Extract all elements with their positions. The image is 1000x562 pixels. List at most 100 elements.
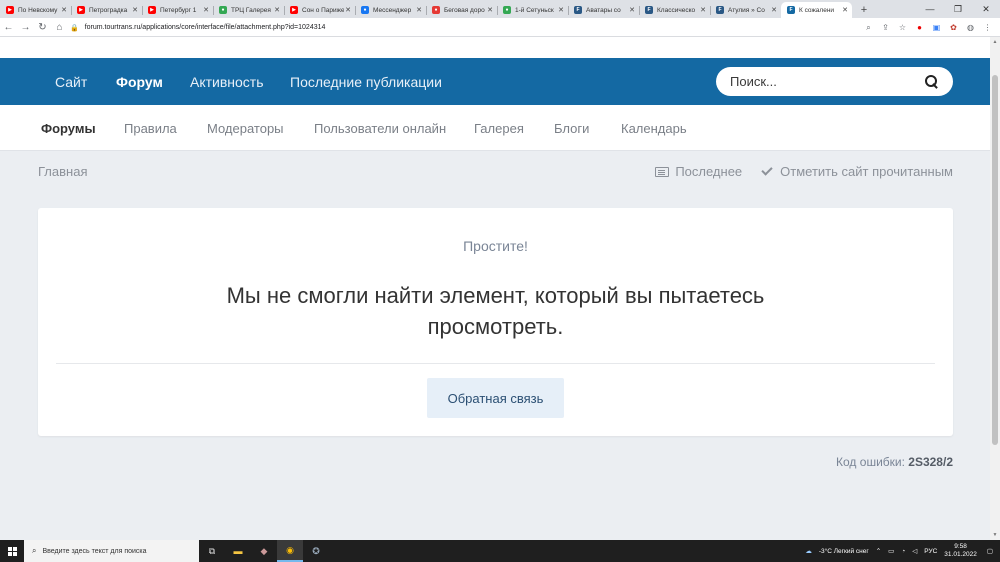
weather-text[interactable]: -3°C Легкий снег	[819, 548, 869, 555]
reload-icon[interactable]: ↻	[34, 19, 51, 36]
subnav-item-online-users[interactable]: Пользователи онлайн	[314, 105, 446, 151]
volume-icon[interactable]: ◁	[912, 547, 917, 555]
system-tray: ☁ -3°C Легкий снег ⌃ ▭ ◔ ◁ РУС 9:58 31.0…	[805, 540, 1000, 562]
weather-icon: ☁	[805, 548, 812, 555]
close-window-icon[interactable]: ✕	[972, 0, 1000, 18]
bookmark-star-icon[interactable]: ☆	[894, 19, 911, 36]
tab-favicon-icon: ▶	[6, 6, 14, 14]
start-button[interactable]	[0, 540, 24, 562]
breadcrumb-actions: Последнее Отметить сайт прочитанным	[635, 164, 953, 179]
subnav-item-blogs[interactable]: Блоги	[554, 105, 589, 151]
nav-item-latest-posts[interactable]: Последние публикации	[290, 58, 442, 105]
tab-close-icon[interactable]: ✕	[344, 6, 352, 14]
nav-item-site[interactable]: Сайт	[55, 58, 87, 105]
url-text: forum.tourtrans.ru/applications/core/int…	[84, 24, 326, 31]
browser-tab[interactable]: F К сожалени ✕	[781, 2, 852, 18]
notification-icon[interactable]: ▢	[987, 547, 993, 555]
browser-tab[interactable]: ▶ Петербург 1 ✕	[142, 2, 213, 18]
subnav-item-rules[interactable]: Правила	[124, 105, 177, 151]
subnav-item-gallery[interactable]: Галерея	[474, 105, 524, 151]
site-top-strip	[0, 37, 990, 58]
network-icon[interactable]: ◔	[901, 548, 905, 555]
subnav-item-moderators[interactable]: Модераторы	[207, 105, 284, 151]
lock-icon: 🔒	[70, 24, 79, 32]
browser-tab-strip: ▶ По Невскому ✕ ▶ Петроградка ✕ ▶ Петербург 1 ✕ ●…	[0, 0, 1000, 18]
browser-tab[interactable]: ▶ По Невскому ✕	[0, 2, 71, 18]
tab-title: Аватары со	[586, 6, 621, 14]
browser-tab[interactable]: ● ТРЦ Галерея ✕	[213, 2, 284, 18]
search-icon[interactable]	[925, 74, 939, 89]
mark-site-read-link[interactable]: Отметить сайт прочитанным	[761, 164, 953, 179]
extension-icon[interactable]: ▣	[928, 19, 945, 36]
scroll-down-icon[interactable]: ▼	[990, 530, 1000, 540]
back-icon[interactable]: ←	[0, 19, 17, 36]
browser-tab[interactable]: ▶ Сон о Париже ✕	[284, 2, 355, 18]
tab-title: Беговая доро	[444, 6, 485, 14]
newspaper-icon	[655, 166, 670, 177]
browser-tab[interactable]: ● 1-й Сетуньск ✕	[497, 2, 568, 18]
chrome-icon[interactable]: ◉	[277, 540, 303, 562]
tab-title: ТРЦ Галерея	[231, 6, 271, 14]
browser-tab[interactable]: ● Мессенджер ✕	[355, 2, 426, 18]
share-icon[interactable]: ⇪	[877, 19, 894, 36]
battery-icon[interactable]: ▭	[888, 547, 894, 555]
file-explorer-icon[interactable]: ▬	[225, 540, 251, 562]
tab-favicon-icon: F	[645, 6, 653, 14]
main-navigation: Сайт Форум Активность Последние публикац…	[0, 58, 990, 105]
page-scrollbar[interactable]: ▲ ▼	[990, 37, 1000, 540]
tab-favicon-icon: ▶	[148, 6, 156, 14]
mark-read-label: Отметить сайт прочитанным	[780, 164, 953, 179]
tab-title: Мессенджер	[373, 6, 412, 14]
tab-close-icon[interactable]: ✕	[415, 6, 423, 14]
tray-chevron-icon[interactable]: ⌃	[876, 547, 881, 555]
zoom-icon[interactable]: ⌕	[860, 19, 877, 36]
app-icon[interactable]: ◆	[251, 540, 277, 562]
window-controls: — ❐ ✕	[916, 0, 1000, 18]
tab-close-icon[interactable]: ✕	[841, 6, 849, 14]
menu-dots-icon[interactable]: ⋮	[979, 19, 996, 36]
home-icon[interactable]: ⌂	[51, 19, 68, 36]
nav-item-forum[interactable]: Форум	[116, 58, 163, 105]
maximize-icon[interactable]: ❐	[944, 0, 972, 18]
feedback-button[interactable]: Обратная связь	[427, 378, 564, 418]
browser-tab[interactable]: F Классическо ✕	[639, 2, 710, 18]
error-card: Простите! Мы не смогли найти элемент, ко…	[38, 208, 953, 436]
scroll-up-icon[interactable]: ▲	[990, 37, 1000, 47]
tab-close-icon[interactable]: ✕	[770, 6, 778, 14]
app-icon[interactable]: ✪	[303, 540, 329, 562]
clock[interactable]: 9:58 31.01.2022	[944, 543, 977, 559]
tab-close-icon[interactable]: ✕	[131, 6, 139, 14]
opera-extension-icon[interactable]: ●	[911, 19, 928, 36]
browser-tab[interactable]: F Атулия » Со ✕	[710, 2, 781, 18]
tab-close-icon[interactable]: ✕	[273, 6, 281, 14]
minimize-icon[interactable]: —	[916, 0, 944, 18]
tab-close-icon[interactable]: ✕	[60, 6, 68, 14]
browser-tab[interactable]: ▶ Петроградка ✕	[71, 2, 142, 18]
tab-close-icon[interactable]: ✕	[557, 6, 565, 14]
scroll-thumb[interactable]	[992, 75, 998, 445]
clock-date: 31.01.2022	[944, 551, 977, 558]
tab-title: Классическо	[657, 6, 696, 14]
browser-toolbar: ← → ↻ ⌂ 🔒 forum.tourtrans.ru/application…	[0, 18, 1000, 37]
forward-icon[interactable]: →	[17, 19, 34, 36]
browser-tab[interactable]: ● Беговая доро ✕	[426, 2, 497, 18]
profile-avatar[interactable]: ◍	[962, 19, 979, 36]
subnav-item-forums[interactable]: Форумы	[41, 105, 96, 151]
language-indicator[interactable]: РУС	[924, 548, 937, 555]
breadcrumb-home[interactable]: Главная	[38, 164, 87, 179]
task-view-icon[interactable]: ⧉	[199, 540, 225, 562]
extension-icon[interactable]: ✿	[945, 19, 962, 36]
tab-close-icon[interactable]: ✕	[628, 6, 636, 14]
browser-tab[interactable]: F Аватары со ✕	[568, 2, 639, 18]
subnav-item-calendar[interactable]: Календарь	[621, 105, 687, 151]
address-bar[interactable]: 🔒 forum.tourtrans.ru/applications/core/i…	[70, 20, 880, 35]
tab-close-icon[interactable]: ✕	[699, 6, 707, 14]
tab-close-icon[interactable]: ✕	[486, 6, 494, 14]
taskbar-search[interactable]: ⌕ Введите здесь текст для поиска	[24, 540, 199, 562]
nav-item-activity[interactable]: Активность	[190, 58, 264, 105]
latest-link[interactable]: Последнее	[655, 164, 742, 179]
tab-close-icon[interactable]: ✕	[202, 6, 210, 14]
search-input[interactable]	[730, 74, 925, 89]
new-tab-button[interactable]: +	[856, 2, 872, 18]
error-code-value: 2S328/2	[908, 455, 953, 469]
